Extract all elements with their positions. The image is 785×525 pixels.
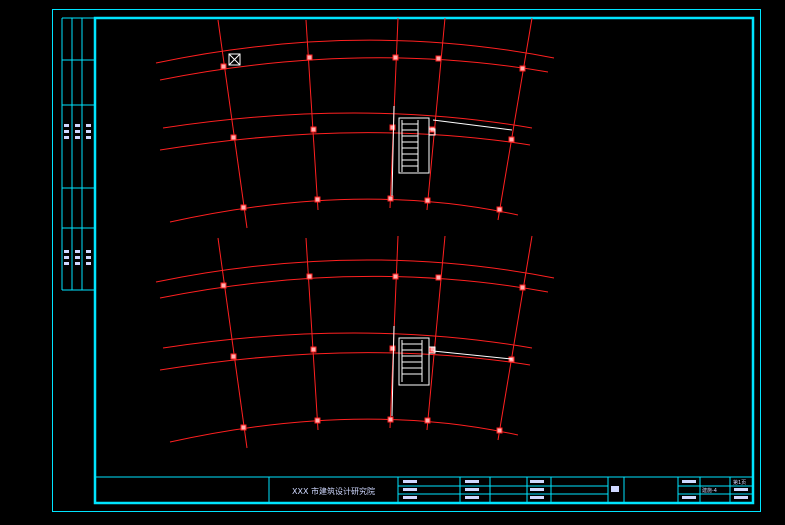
upper-grid-radials	[217, 17, 533, 229]
upper-symbol-marker	[228, 53, 241, 66]
lower-grid-radials	[217, 235, 533, 449]
cad-drawing-canvas: XXX 市建筑设计研究院 建施-4 第1页	[52, 9, 761, 512]
title-block	[94, 476, 754, 504]
drawing-number: 建施-4	[702, 487, 717, 494]
lower-plan	[155, 235, 555, 449]
upper-columns	[220, 54, 526, 213]
upper-stair-core	[391, 105, 513, 197]
drawing-frame	[93, 16, 755, 505]
sheet-number: 第1页	[733, 479, 746, 486]
lower-columns	[220, 273, 526, 434]
title-block-cell-marks	[403, 480, 748, 499]
lower-grid-arcs	[155, 259, 555, 443]
binding-strip	[61, 17, 95, 291]
upper-plan	[155, 17, 555, 229]
institute-name: XXX 市建筑设计研究院	[292, 486, 375, 496]
upper-grid-arcs	[155, 39, 555, 223]
lower-stair-core	[391, 325, 513, 417]
binding-strip-marks	[64, 124, 91, 265]
